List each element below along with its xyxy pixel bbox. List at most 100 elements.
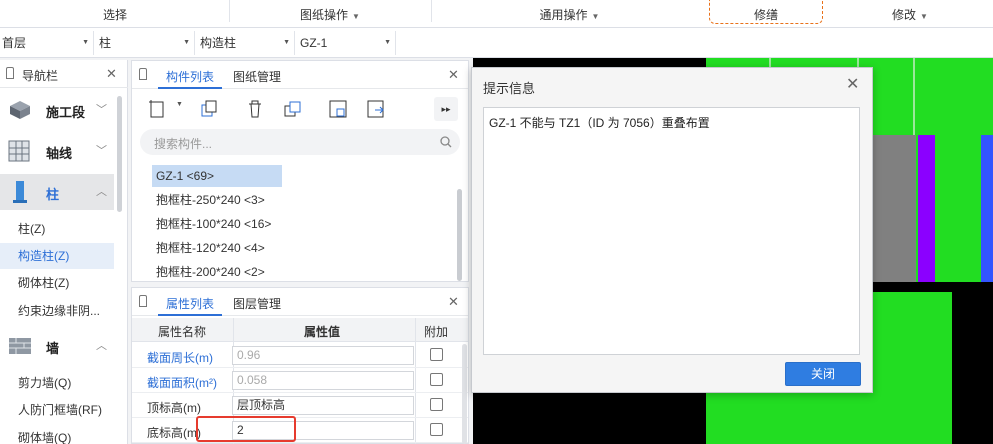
component-list-item[interactable]: GZ-1 <69> (152, 165, 282, 187)
active-tab-indicator (158, 87, 222, 89)
nav-category-wall[interactable]: 墙 ︿ (0, 328, 114, 364)
property-value-field[interactable]: 0.96 (232, 346, 414, 365)
property-row: 顶标高(m) 层顶标高 (132, 393, 468, 418)
nav-item-shear-wall[interactable]: 剪力墙(Q) (0, 370, 114, 396)
floor-select[interactable]: 首层 ▼ (0, 31, 94, 55)
save-component-icon[interactable] (327, 98, 349, 120)
chevron-up-icon: ︿ (96, 186, 107, 198)
layer-copy-icon[interactable] (282, 98, 304, 120)
dialog-close-button[interactable]: 关闭 (785, 362, 861, 386)
close-icon[interactable]: ✕ (448, 294, 459, 310)
nav-category-column[interactable]: 柱 ︿ (0, 174, 114, 210)
component-tabbar: 构件列表 图纸管理 ✕ (132, 61, 468, 89)
ribbon-group-modify[interactable]: 修改 ▼ (840, 0, 980, 27)
extra-checkbox[interactable] (430, 398, 443, 411)
ribbon-group-repair[interactable]: 修缮 (709, 0, 823, 27)
ribbon-group-drawing[interactable]: 图纸操作 ▼ (230, 0, 430, 27)
component-list-item[interactable]: 抱框柱-250*240 <3> (152, 189, 265, 211)
property-row: 底标高(m) 2 (132, 418, 468, 443)
extra-checkbox[interactable] (430, 348, 443, 361)
dropdown-arrow-icon: ▼ (82, 39, 89, 46)
close-icon[interactable]: ✕ (448, 67, 459, 83)
canvas-column-gray (871, 135, 916, 282)
column-header-name: 属性名称 (158, 325, 207, 339)
navigator-scrollbar[interactable] (117, 96, 122, 212)
property-row: 截面周长(m) 0.96 (132, 343, 468, 368)
property-scrollbar[interactable] (462, 344, 467, 444)
component-list-scrollbar[interactable] (457, 189, 462, 281)
tab-drawing-management[interactable]: 图纸管理 (233, 68, 281, 85)
component-select[interactable]: GZ-1 ▼ (298, 31, 396, 55)
selector-toolbar: 首层 ▼ 柱 ▼ 构造柱 ▼ GZ-1 ▼ (0, 28, 993, 58)
property-name[interactable]: 截面周长(m) (147, 349, 213, 366)
property-value-field[interactable]: 0.058 (232, 371, 414, 390)
copy-icon[interactable] (198, 98, 220, 120)
property-row: 截面面积(m²) 0.058 (132, 368, 468, 393)
dropdown-arrow-icon: ▼ (183, 39, 190, 46)
nav-item-masonry-wall[interactable]: 砌体墙(Q) (0, 425, 114, 444)
component-list-item[interactable]: 抱框柱-100*240 <16> (152, 213, 271, 235)
grid-icon (8, 140, 30, 162)
canvas-region-black (952, 292, 993, 444)
canvas-column-purple (918, 135, 935, 282)
tab-layer-management[interactable]: 图层管理 (233, 295, 281, 312)
property-name: 底标高(m) (147, 426, 201, 440)
chevron-down-icon: ﹀ (96, 104, 107, 116)
nav-item-column[interactable]: 柱(Z) (0, 216, 114, 242)
nav-item-structural-column[interactable]: 构造柱(Z) (0, 243, 114, 269)
property-panel: 属性列表 图层管理 ✕ 属性名称 属性值 附加 截面周长(m) 0.96 截面面… (131, 287, 469, 444)
expand-toolbar-icon[interactable]: ▸▸ (434, 97, 458, 121)
property-name: 顶标高(m) (147, 401, 201, 415)
highlight-annotation-box (196, 416, 296, 442)
component-list-item[interactable]: 抱框柱-120*240 <4> (152, 237, 265, 259)
property-table-header: 属性名称 属性值 附加 (132, 318, 468, 342)
dialog-message: GZ-1 不能与 TZ1（ID 为 7056）重叠布置 (489, 116, 710, 130)
nav-item-edge-column[interactable]: 约束边缘非阴... (0, 298, 114, 324)
component-list-item[interactable]: 抱框柱-200*240 <2> (152, 261, 265, 283)
ribbon-group-common[interactable]: 通用操作 ▼ (432, 0, 707, 27)
nav-item-masonry-column[interactable]: 砌体柱(Z) (0, 270, 114, 296)
navigator-title: 导航栏 (22, 69, 59, 83)
new-component-icon[interactable] (146, 98, 168, 120)
pin-icon[interactable] (139, 295, 147, 307)
dropdown-arrow-icon: ▼ (283, 39, 290, 46)
ribbon-group-select[interactable]: 选择 (0, 0, 230, 27)
navigator-header: 导航栏 ✕ (0, 60, 128, 88)
close-icon[interactable]: ✕ (846, 74, 859, 94)
nav-item-civil-defense-wall[interactable]: 人防门框墙(RF) (0, 397, 114, 423)
tab-component-list[interactable]: 构件列表 (166, 68, 214, 85)
tab-property-list[interactable]: 属性列表 (166, 295, 214, 312)
pin-icon[interactable] (139, 68, 147, 80)
wall-icon (9, 338, 31, 354)
canvas-gridline (913, 58, 915, 135)
pin-icon[interactable] (6, 67, 14, 79)
column-header-extra: 附加 (424, 325, 449, 339)
chevron-down-icon: ▼ (920, 12, 928, 21)
dialog-message-area: GZ-1 不能与 TZ1（ID 为 7056）重叠布置 (483, 107, 860, 355)
chevron-down-icon[interactable]: ▼ (176, 101, 183, 108)
property-name[interactable]: 截面面积(m²) (147, 374, 217, 391)
extra-checkbox[interactable] (430, 373, 443, 386)
cube-icon (10, 101, 30, 119)
chevron-down-icon: ▼ (591, 12, 600, 21)
info-dialog: 提示信息 ✕ GZ-1 不能与 TZ1（ID 为 7056）重叠布置 关闭 (471, 67, 873, 393)
navigator-panel: 导航栏 ✕ 施工段 ﹀ 轴线 ﹀ 柱 ︿ 柱(Z) 构造柱(Z) 砌体柱(Z) … (0, 60, 128, 444)
search-icon (440, 136, 452, 148)
chevron-down-icon: ▼ (352, 12, 360, 21)
delete-icon[interactable] (244, 98, 266, 120)
nav-category-axis[interactable]: 轴线 ﹀ (0, 133, 114, 169)
column-icon (13, 181, 27, 203)
category-select[interactable]: 柱 ▼ (97, 31, 195, 55)
component-search-input[interactable]: 搜索构件... (140, 129, 460, 155)
property-value-field[interactable]: 层顶标高 (232, 396, 414, 415)
dialog-title: 提示信息 (483, 81, 536, 96)
nav-category-construction-stage[interactable]: 施工段 ﹀ (0, 92, 114, 128)
chevron-up-icon: ︿ (96, 340, 107, 352)
column-header-value: 属性值 (304, 325, 341, 339)
ribbon-group-bar: 选择 图纸操作 ▼ 通用操作 ▼ 修缮 修改 ▼ (0, 0, 993, 28)
chevron-down-icon: ﹀ (96, 145, 107, 157)
extra-checkbox[interactable] (430, 423, 443, 436)
export-component-icon[interactable] (365, 98, 387, 120)
type-select[interactable]: 构造柱 ▼ (198, 31, 295, 55)
close-icon[interactable]: ✕ (106, 66, 117, 82)
